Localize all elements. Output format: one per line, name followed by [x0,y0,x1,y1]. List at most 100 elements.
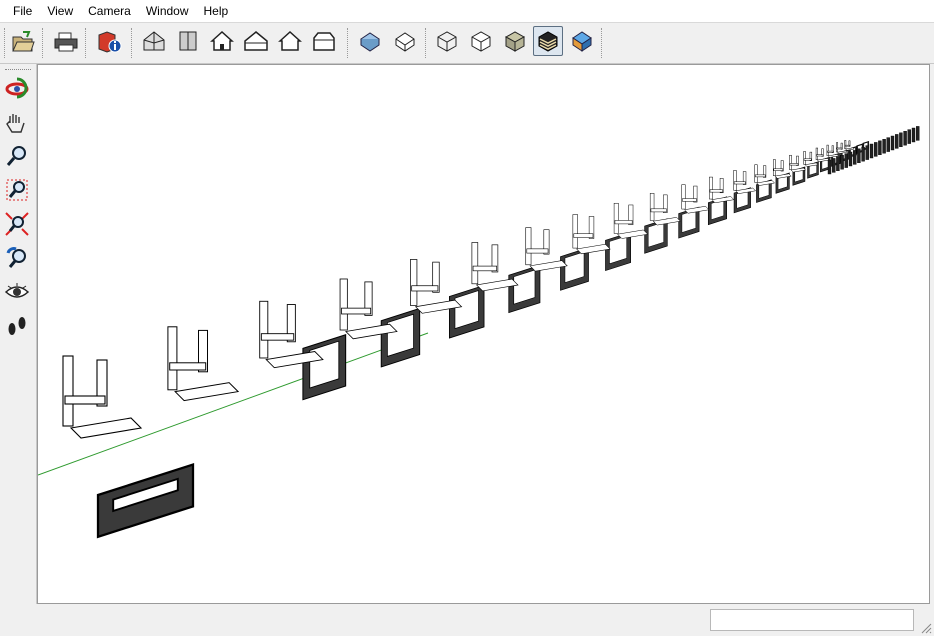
print-button[interactable] [51,26,81,56]
chair-part [410,259,418,306]
left-view-button[interactable] [309,26,339,56]
chair-part [573,233,594,238]
chair-part [803,158,812,161]
light-chair-model [572,214,611,255]
light-chair-model [410,259,463,314]
light-chair-model [709,176,735,204]
distant-frame-model [878,140,882,156]
pan-icon [6,114,25,133]
toolbar-separator [85,28,87,58]
chair-part [613,202,619,234]
menu-file[interactable]: File [0,0,40,22]
chair-part [339,278,348,331]
light-chair-model [167,326,240,402]
chair-part [772,159,776,176]
chair-part [733,181,746,185]
chair-part [754,164,758,183]
zoom-window-button[interactable] [3,176,31,204]
perspective-icon [360,32,380,52]
toolbar-separator [425,28,427,58]
distant-frame-model [844,153,848,168]
dark-frame-model [508,264,541,314]
pan-button[interactable] [3,108,31,136]
shaded-icon [504,31,526,52]
chair-part [826,150,834,153]
iso-view-button[interactable] [139,26,169,56]
model-viewport[interactable] [37,64,930,604]
perspective-button[interactable] [355,26,385,56]
right-view-button[interactable] [241,26,271,56]
open-file-button[interactable] [8,26,38,56]
distant-frame-model [890,135,895,151]
look-around-icon [4,283,30,298]
light-chair-model [681,184,710,214]
zoom-button[interactable] [3,142,31,170]
menu-help[interactable]: Help [197,0,237,22]
monochrome-icon [572,31,592,52]
back-view-button[interactable] [275,26,305,56]
zoom-icon [6,146,26,166]
hidden-line-button[interactable] [466,26,496,56]
measurements-box[interactable] [710,609,914,631]
previous-view-button[interactable] [3,244,31,272]
toolbar-grip[interactable] [5,69,31,72]
menu-window[interactable]: Window [139,0,197,22]
chair-seat [69,417,143,439]
back-view-icon [278,30,302,51]
scene-canvas[interactable] [38,65,929,603]
toolbar-separator [131,28,133,58]
shaded-button[interactable] [500,26,530,56]
front-view-button[interactable] [207,26,237,56]
chair-part [815,147,818,160]
light-chair-model [649,193,681,226]
chair-part [836,147,843,150]
chair-part [826,144,829,156]
right-view-icon [244,31,268,51]
model-info-icon [98,31,122,53]
chair-part [649,193,655,221]
look-around-button[interactable] [3,278,31,306]
shaded-textures-button[interactable] [533,26,563,56]
wireframe-button[interactable] [432,26,462,56]
dark-frame-model [380,307,421,368]
distant-frame-model [899,132,903,148]
chair-part [526,248,549,254]
open-file-icon [12,31,35,52]
shaded-textures-icon [538,31,558,52]
model-info-button[interactable] [94,26,124,56]
light-chair-model [259,300,324,369]
previous-view-icon [6,247,26,268]
monochrome-button[interactable] [567,26,597,56]
toolbar-grip[interactable] [4,28,6,58]
chair-part [754,174,766,178]
dark-frame-model [96,463,195,539]
zoom-extents-button[interactable] [3,210,31,238]
top-view-button[interactable] [173,26,203,56]
distant-frame-model [865,145,869,160]
resize-grip-icon[interactable] [920,622,932,634]
xray-button[interactable] [390,26,420,56]
chair-part [169,362,207,371]
chair-part [411,285,439,292]
chair-part [167,326,178,391]
walk-button[interactable] [3,312,31,340]
zoom-extents-icon [5,212,29,236]
iso-view-icon [143,31,165,51]
wireframe-icon [437,31,457,52]
toolbar-end [601,28,603,58]
status-bar [0,605,934,636]
chair-part [525,227,532,266]
camera-toolbar [0,64,37,604]
chair-part [789,163,799,166]
top-view-icon [179,31,197,51]
chair-part [682,198,697,202]
orbit-icon [5,77,29,99]
hidden-line-icon [471,31,491,52]
xray-icon [395,32,415,52]
menu-camera[interactable]: Camera [81,0,139,22]
chair-part [471,242,479,285]
menu-view[interactable]: View [40,0,81,22]
chair-part [650,208,667,213]
distant-frame-model [903,130,907,146]
orbit-button[interactable] [3,74,31,102]
